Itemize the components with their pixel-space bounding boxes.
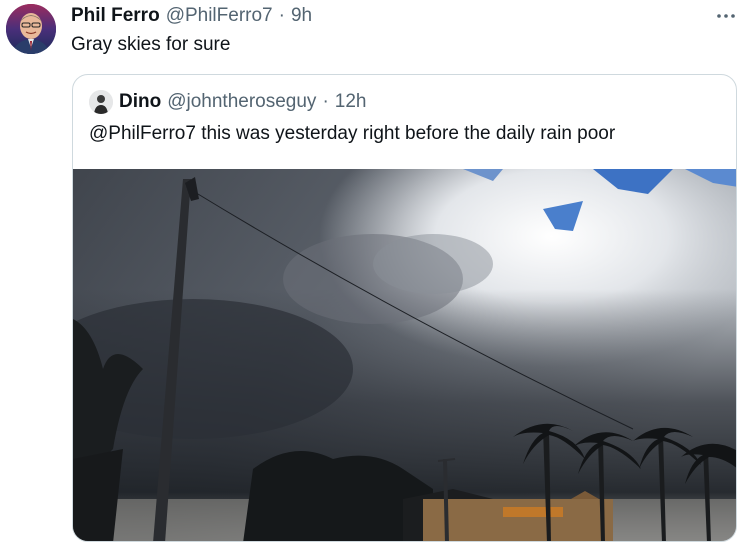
author-handle[interactable]: @PhilFerro7 [166, 5, 273, 27]
more-horizontal-icon [717, 14, 735, 18]
quoted-tweet[interactable]: Dino @johntheroseguy · 12h @PhilFerro7 t… [72, 74, 737, 542]
quoted-author-name: Dino [119, 91, 162, 112]
tweet-header: Phil Ferro @PhilFerro7 · 9h [71, 5, 312, 27]
quoted-tweet-text: @PhilFerro7 this was yesterday right bef… [89, 123, 616, 144]
avatar[interactable] [6, 4, 56, 54]
quoted-avatar [89, 90, 113, 114]
quoted-separator-dot: · [322, 91, 329, 112]
quoted-tweet-photo[interactable] [73, 169, 736, 541]
quoted-timestamp: 12h [334, 91, 367, 112]
quoted-tweet-header: Dino @johntheroseguy · 12h [89, 90, 366, 114]
tweet[interactable]: Phil Ferro @PhilFerro7 · 9h Gray skies f… [0, 0, 748, 551]
quoted-author-handle: @johntheroseguy [167, 91, 317, 112]
more-options-button[interactable] [713, 5, 739, 27]
separator-dot: · [278, 5, 285, 26]
author-name[interactable]: Phil Ferro [71, 5, 160, 27]
tweet-text: Gray skies for sure [71, 34, 231, 55]
tweet-timestamp[interactable]: 9h [291, 5, 312, 27]
